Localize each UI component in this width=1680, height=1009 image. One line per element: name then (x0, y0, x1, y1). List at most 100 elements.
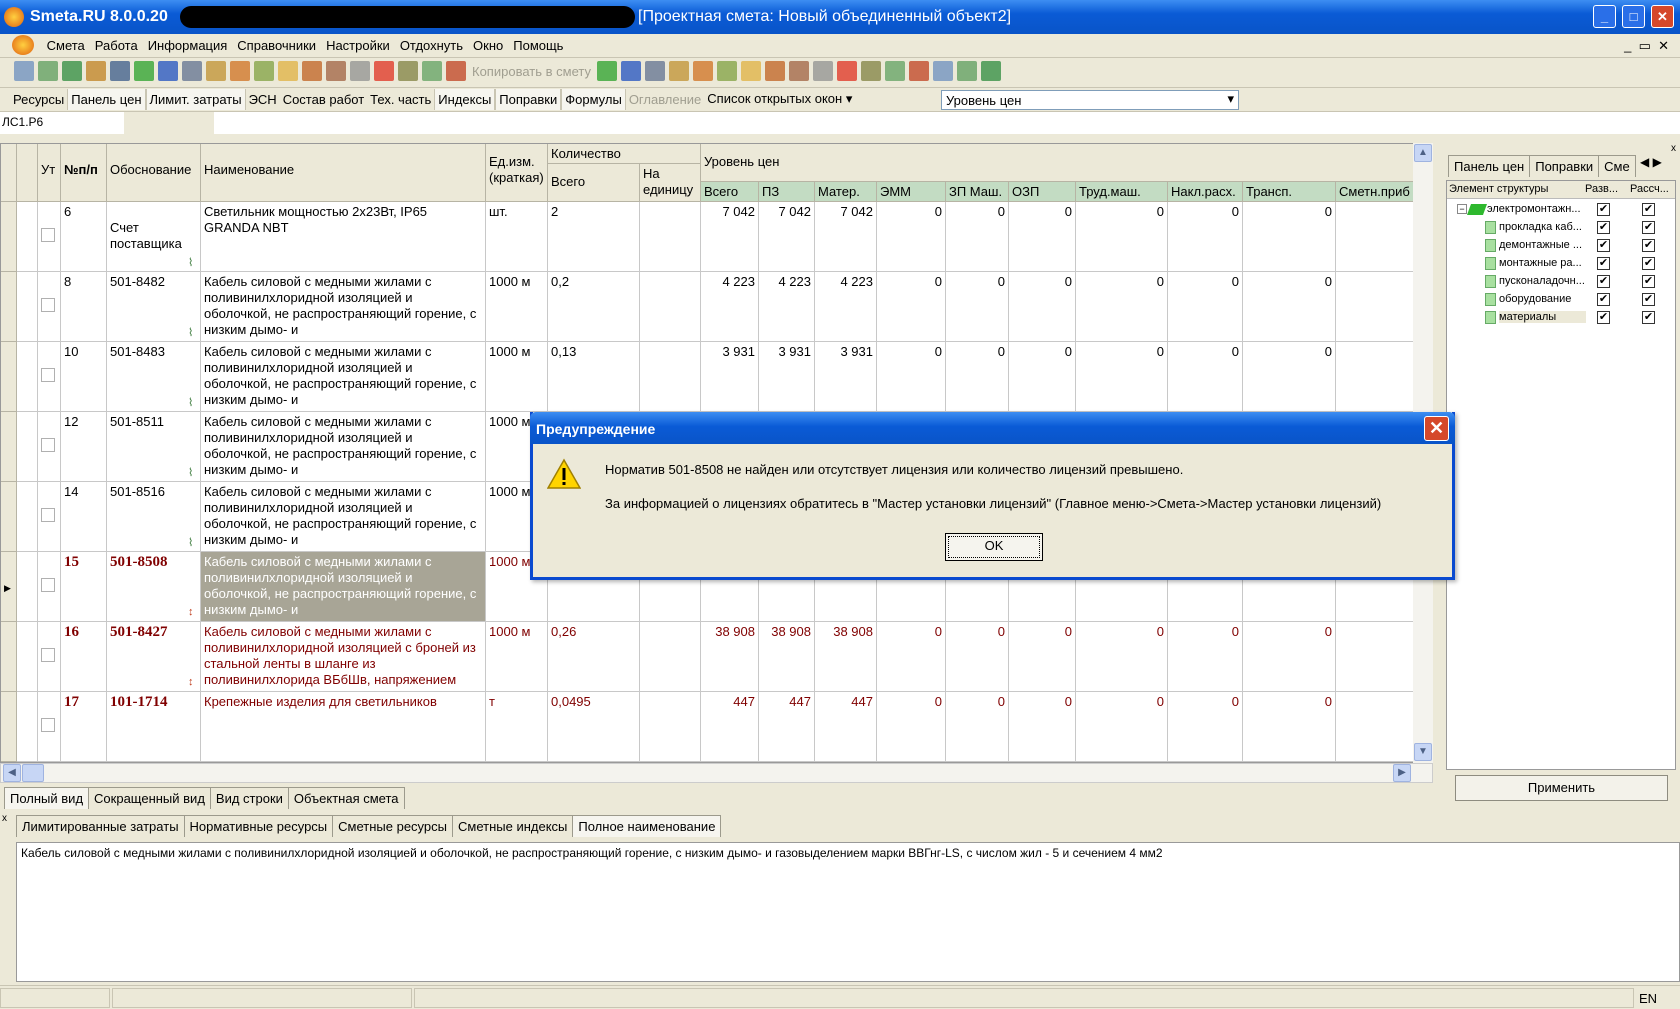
detail-tab-1[interactable]: Нормативные ресурсы (183, 815, 334, 837)
close-button[interactable]: ✕ (1651, 5, 1674, 28)
row-name[interactable]: Кабель силовой с медными жилами с поливи… (201, 412, 486, 482)
calc-add-icon[interactable] (422, 61, 442, 81)
panel-button-7[interactable]: Поправки (495, 88, 562, 110)
tree-col-header[interactable]: Разв... (1585, 183, 1618, 195)
scroll-left-icon[interactable]: ◀ (3, 764, 21, 782)
undo-icon[interactable] (158, 61, 178, 81)
checkbox-checked[interactable]: ✔ (1597, 239, 1610, 252)
chevron-down-icon[interactable]: ▾ (1227, 91, 1234, 107)
row-name[interactable]: Крепежные изделия для светильников (201, 692, 486, 762)
view-tab-0[interactable]: Полный вид (4, 787, 90, 809)
row-indicator[interactable] (1, 202, 17, 272)
ls-icon[interactable] (644, 61, 665, 81)
checkbox-checked[interactable]: ✔ (1597, 311, 1610, 324)
tree-item[interactable]: − электромонтажн... ✔ ✔ (1447, 201, 1675, 219)
ut-cell[interactable] (38, 272, 61, 342)
row-checkbox[interactable] (41, 298, 55, 312)
detail-tab-4[interactable]: Полное наименование (572, 815, 722, 837)
panel-button-2[interactable]: Лимит. затраты (145, 88, 246, 110)
tree-item[interactable]: пусконаладочн... ✔ ✔ (1447, 273, 1675, 291)
scroll-thumb[interactable] (22, 764, 44, 782)
row-name[interactable]: Кабель силовой с медными жилами с поливи… (201, 552, 486, 622)
resource3-icon[interactable] (254, 61, 274, 81)
excel-icon[interactable] (62, 61, 82, 81)
tree-item[interactable]: прокладка каб... ✔ ✔ (1447, 219, 1675, 237)
scroll-down-icon[interactable]: ▼ (1414, 743, 1432, 761)
panel-button-4[interactable]: Состав работ (280, 89, 367, 110)
right-tab-2[interactable]: Сме (1598, 155, 1636, 177)
doc-icon[interactable] (12, 35, 34, 55)
tree-col-header[interactable]: Элемент структуры (1449, 183, 1548, 195)
checkbox-checked[interactable]: ✔ (1642, 257, 1655, 270)
scroll-right-icon[interactable]: ▶ (1393, 764, 1411, 782)
mdi-controls[interactable]: _ ▭ ✕ (1619, 34, 1674, 54)
horizontal-scrollbar[interactable]: ◀ ▶ (0, 763, 1433, 783)
row-indicator[interactable] (1, 412, 17, 482)
checkbox-checked[interactable]: ✔ (1597, 293, 1610, 306)
view-tab-2[interactable]: Вид строки (209, 787, 289, 809)
row-checkbox[interactable] (41, 508, 55, 522)
copy-to-estimate-button[interactable]: Копировать в смету (468, 64, 595, 79)
row-indicator[interactable] (1, 482, 17, 552)
row-checkbox[interactable] (41, 228, 55, 242)
tree-col-header[interactable]: Рассч... (1630, 183, 1669, 195)
ut-cell[interactable] (38, 692, 61, 762)
tools-icon[interactable] (860, 61, 881, 81)
ut-cell[interactable] (38, 412, 61, 482)
comment-icon[interactable] (278, 61, 298, 81)
row-checkbox[interactable] (41, 438, 55, 452)
up-down-icon[interactable] (446, 61, 466, 81)
menu-work[interactable]: Работа (90, 34, 143, 53)
panel-button-1[interactable]: Панель цен (67, 88, 146, 110)
ut-cell[interactable] (38, 482, 61, 552)
resource-icon[interactable] (206, 61, 226, 81)
maximize-button[interactable]: □ (1622, 5, 1645, 28)
panel-button-6[interactable]: Индексы (434, 88, 496, 110)
tree-check-icon[interactable] (716, 61, 737, 81)
p-icon[interactable] (668, 61, 689, 81)
price-level-select[interactable]: Уровень цен ▾ (941, 90, 1239, 110)
minimize-button[interactable]: _ (1593, 5, 1616, 28)
outdent2-icon[interactable] (836, 61, 857, 81)
panel-button-10[interactable]: Список открытых окон ▾ (704, 88, 855, 110)
menu-info[interactable]: Информация (143, 34, 233, 53)
find-icon[interactable] (86, 61, 106, 81)
tree-delete-icon[interactable] (740, 61, 761, 81)
checkbox-checked[interactable]: ✔ (1597, 221, 1610, 234)
row-checkbox[interactable] (41, 718, 55, 732)
ut-cell[interactable] (38, 202, 61, 272)
row-indicator[interactable] (1, 692, 17, 762)
panel-button-5[interactable]: Тех. часть (367, 89, 434, 110)
menu-settings[interactable]: Настройки (321, 34, 395, 53)
checkbox-checked[interactable]: ✔ (1597, 257, 1610, 270)
dialog-close-button[interactable]: ✕ (1424, 416, 1449, 441)
outdent-icon[interactable] (788, 61, 809, 81)
tree-icon[interactable] (14, 61, 34, 81)
close-panel-icon[interactable]: x (2, 813, 7, 824)
row-indicator[interactable]: ▶ (1, 552, 17, 622)
row-indicator[interactable] (1, 342, 17, 412)
checkbox-checked[interactable]: ✔ (1642, 311, 1655, 324)
menu-smeta[interactable]: Смета (42, 34, 90, 53)
detail-tab-0[interactable]: Лимитированные затраты (16, 815, 185, 837)
calc-icon[interactable] (398, 61, 418, 81)
tree-item[interactable]: монтажные ра... ✔ ✔ (1447, 255, 1675, 273)
refresh-icon[interactable] (134, 61, 154, 81)
scroll-up-icon[interactable]: ▲ (1414, 144, 1432, 162)
row-indicator[interactable] (1, 622, 17, 692)
row-name[interactable]: Кабель силовой с медными жилами с поливи… (201, 342, 486, 412)
menu-help[interactable]: Помощь (508, 34, 568, 53)
book-icon[interactable] (980, 61, 1001, 81)
collapse-icon[interactable]: − (1457, 204, 1467, 214)
menu-reference[interactable]: Справочники (232, 34, 321, 53)
right-tab-0[interactable]: Панель цен (1448, 155, 1531, 177)
row-checkbox[interactable] (41, 578, 55, 592)
truck-icon[interactable] (884, 61, 905, 81)
paste-icon[interactable] (620, 61, 641, 81)
ok-button[interactable]: OK (945, 533, 1043, 561)
ut-cell[interactable] (38, 552, 61, 622)
menu-rest[interactable]: Отдохнуть (395, 34, 468, 53)
resource2-icon[interactable] (230, 61, 250, 81)
row-checkbox[interactable] (41, 648, 55, 662)
books-icon[interactable] (956, 61, 977, 81)
